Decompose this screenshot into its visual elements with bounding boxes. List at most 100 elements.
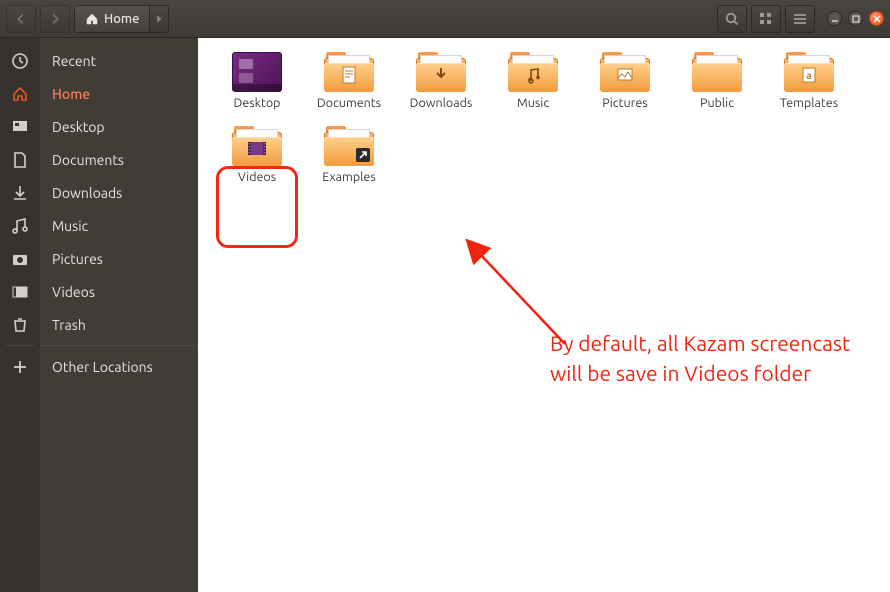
icon-grid: Desktop Documents Downloads Music: [220, 52, 890, 184]
folder-icon: [508, 52, 558, 92]
sidebar-item-trash[interactable]: Trash: [40, 308, 198, 341]
folder-icon: [600, 52, 650, 92]
path-segment-label: Home: [104, 12, 139, 26]
chevron-left-icon: [14, 12, 28, 26]
camera-icon: [11, 250, 29, 268]
window-maximize-button[interactable]: [848, 11, 863, 26]
sidebar-item-label: Videos: [52, 284, 95, 300]
header-bar: Home: [0, 0, 890, 38]
rail-other-locations[interactable]: [0, 350, 40, 383]
rail-desktop[interactable]: [0, 110, 40, 143]
sidebar-item-label: Recent: [52, 53, 96, 69]
sidebar-item-recent[interactable]: Recent: [40, 44, 198, 77]
folder-icon: [324, 126, 374, 166]
rail-videos[interactable]: [0, 275, 40, 308]
item-label: Pictures: [602, 96, 647, 110]
window-minimize-button[interactable]: [827, 11, 842, 26]
folder-icon: [232, 126, 282, 166]
folder-downloads[interactable]: Downloads: [404, 52, 478, 110]
document-icon: [11, 151, 29, 169]
search-icon: [724, 11, 740, 27]
trash-icon: [11, 316, 29, 334]
window-controls: [827, 11, 884, 26]
grid-view-icon: [758, 11, 774, 27]
folder-public[interactable]: Public: [680, 52, 754, 110]
document-glyph-icon: [339, 66, 359, 84]
folder-desktop[interactable]: Desktop: [220, 52, 294, 110]
rail-trash[interactable]: [0, 308, 40, 341]
sidebar-item-label: Other Locations: [52, 359, 153, 375]
folder-music[interactable]: Music: [496, 52, 570, 110]
shortcut-arrow-icon: [356, 148, 370, 162]
rail-documents[interactable]: [0, 143, 40, 176]
path-bar: Home: [74, 5, 169, 33]
desktop-icon: [11, 118, 29, 136]
sidebar-item-label: Home: [52, 86, 90, 102]
rail-home[interactable]: [0, 77, 40, 110]
hamburger-icon: [792, 11, 808, 27]
picture-glyph-icon: [615, 66, 635, 84]
sidebar-item-label: Documents: [52, 152, 124, 168]
sidebar-item-home[interactable]: Home: [40, 77, 198, 110]
folder-icon: a: [784, 52, 834, 92]
view-toggle-button[interactable]: [751, 5, 781, 33]
triangle-right-icon: [152, 12, 166, 26]
folder-examples[interactable]: Examples: [312, 126, 386, 184]
template-glyph-icon: a: [799, 66, 819, 84]
folder-templates[interactable]: a Templates: [772, 52, 846, 110]
sidebar-item-music[interactable]: Music: [40, 209, 198, 242]
sidebar-item-other-locations[interactable]: Other Locations: [40, 350, 198, 383]
download-icon: [11, 184, 29, 202]
home-icon: [11, 85, 29, 103]
folder-pictures[interactable]: Pictures: [588, 52, 662, 110]
sidebar-item-label: Trash: [52, 317, 86, 333]
folder-documents[interactable]: Documents: [312, 52, 386, 110]
sidebar-item-label: Downloads: [52, 185, 122, 201]
nav-back-button[interactable]: [6, 5, 36, 33]
sidebar-item-videos[interactable]: Videos: [40, 275, 198, 308]
music-icon: [11, 217, 29, 235]
clock-icon: [11, 52, 29, 70]
sidebar-icon-rail: [0, 38, 40, 592]
music-glyph-icon: [523, 66, 543, 84]
desktop-folder-icon: [232, 52, 282, 92]
folder-icon: [416, 52, 466, 92]
item-label: Documents: [317, 96, 381, 110]
chevron-right-icon: [48, 12, 62, 26]
video-glyph-icon: [246, 140, 268, 158]
search-button[interactable]: [717, 5, 747, 33]
path-segment-home[interactable]: Home: [75, 6, 150, 32]
window-close-button[interactable]: [869, 11, 884, 26]
sidebar-item-desktop[interactable]: Desktop: [40, 110, 198, 143]
folder-videos[interactable]: Videos: [220, 126, 294, 184]
maximize-icon: [852, 15, 860, 23]
rail-music[interactable]: [0, 209, 40, 242]
minimize-icon: [831, 15, 839, 23]
item-label: Examples: [322, 170, 376, 184]
item-label: Downloads: [410, 96, 473, 110]
rail-recent[interactable]: [0, 44, 40, 77]
item-label: Music: [517, 96, 549, 110]
video-icon: [11, 283, 29, 301]
item-label: Public: [700, 96, 734, 110]
nav-forward-button[interactable]: [40, 5, 70, 33]
folder-icon: [324, 52, 374, 92]
menu-button[interactable]: [785, 5, 815, 33]
content-area[interactable]: Desktop Documents Downloads Music: [198, 38, 890, 592]
svg-text:a: a: [806, 70, 811, 81]
item-label: Templates: [780, 96, 838, 110]
plus-icon: [11, 358, 29, 376]
rail-downloads[interactable]: [0, 176, 40, 209]
annotation-text: By default, all Kazam screencast will be…: [550, 328, 850, 389]
sidebar-item-label: Music: [52, 218, 88, 234]
rail-pictures[interactable]: [0, 242, 40, 275]
sidebar: Recent Home Desktop Documents Downloads …: [40, 38, 198, 592]
item-label: Desktop: [234, 96, 281, 110]
sidebar-item-pictures[interactable]: Pictures: [40, 242, 198, 275]
sidebar-item-downloads[interactable]: Downloads: [40, 176, 198, 209]
sidebar-item-documents[interactable]: Documents: [40, 143, 198, 176]
item-label: Videos: [238, 170, 276, 184]
path-next-button[interactable]: [150, 12, 168, 26]
sidebar-item-label: Desktop: [52, 119, 105, 135]
close-icon: [873, 15, 881, 23]
